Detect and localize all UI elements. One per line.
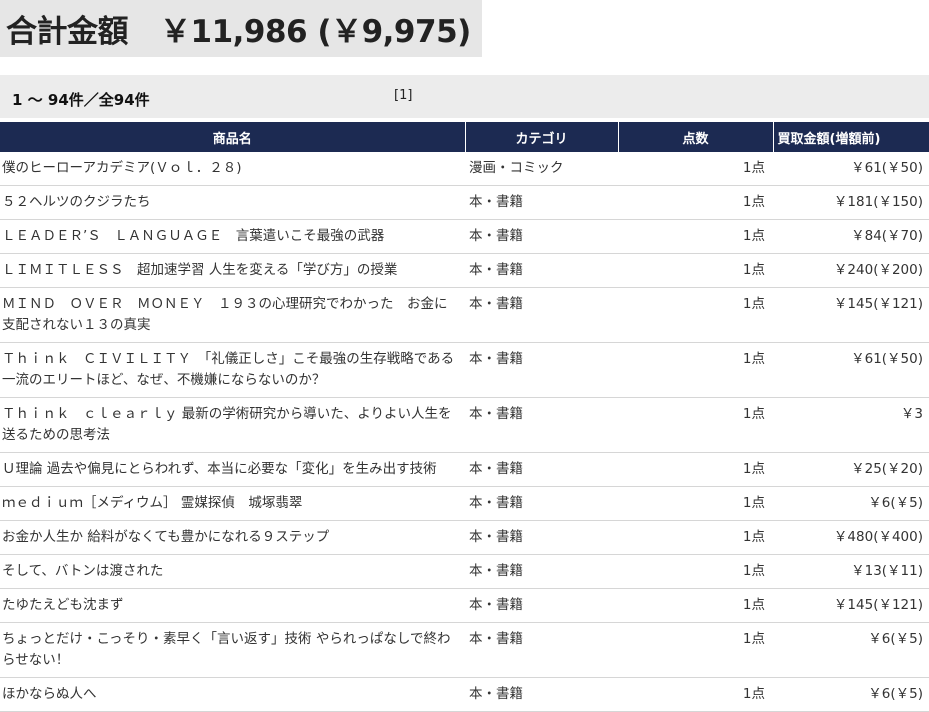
price-cell: ￥145(￥121) (773, 287, 929, 343)
category-cell: 本・書籍 (465, 677, 618, 712)
price-cell: ￥145(￥121) (773, 588, 929, 623)
product-name-cell: ｍｅｄｉｕｍ［メディウム］ 霊媒探偵 城塚翡翠 (0, 486, 465, 521)
table-header-row: 商品名 カテゴリ 点数 買取金額(増額前) (0, 122, 929, 152)
quantity-cell: 1点 (618, 287, 773, 343)
item-table: 商品名 カテゴリ 点数 買取金額(増額前) 僕のヒーローアカデミア(Ｖｏｌ．２８… (0, 122, 929, 712)
product-name-cell: ちょっとだけ・こっそり・素早く「言い返す」技術 やられっぱなしで終わらせない！ (0, 622, 465, 678)
table-row: お金か人生か 給料がなくても豊かになれる９ステップ 本・書籍 1点 ￥480(￥400… (0, 520, 929, 555)
category-cell: 漫画・コミック (465, 152, 618, 186)
quantity-cell: 1点 (618, 677, 773, 712)
category-cell: 本・書籍 (465, 554, 618, 589)
product-name-cell: Ｔｈｉｎｋ ＣＩＶＩＬＩＴＹ 「礼儀正しさ」こそ最強の生存戦略である 一流のエリ… (0, 342, 465, 398)
product-name-cell: ＭＩＮＤ ＯＶＥＲ ＭＯＮＥＹ １９３の心理研究でわかった お金に支配されない１… (0, 287, 465, 343)
quantity-cell: 1点 (618, 342, 773, 398)
price-cell: ￥25(￥20) (773, 452, 929, 487)
table-row: ＬＥＡＤＥＲ’Ｓ ＬＡＮＧＵＡＧＥ 言葉遣いこそ最強の武器 本・書籍 1点 ￥84(￥… (0, 219, 929, 254)
result-count-bar: 1 ～ 94件／全94件 [1] (0, 75, 929, 118)
category-cell: 本・書籍 (465, 520, 618, 555)
quantity-cell: 1点 (618, 486, 773, 521)
header-product-name: 商品名 (0, 122, 466, 152)
price-cell: ￥3 (773, 397, 929, 453)
table-row: たゆたえども沈まず 本・書籍 1点 ￥145(￥121) (0, 588, 929, 623)
header-quantity: 点数 (618, 122, 774, 152)
price-cell: ￥240(￥200) (773, 253, 929, 288)
category-cell: 本・書籍 (465, 185, 618, 220)
quantity-cell: 1点 (618, 219, 773, 254)
price-cell: ￥6(￥5) (773, 622, 929, 678)
category-cell: 本・書籍 (465, 486, 618, 521)
category-cell: 本・書籍 (465, 253, 618, 288)
table-row: ほかならぬ人へ 本・書籍 1点 ￥6(￥5) (0, 677, 929, 712)
result-count: 1 ～ 94件／全94件 (12, 91, 150, 109)
price-cell: ￥61(￥50) (773, 152, 929, 186)
category-cell: 本・書籍 (465, 219, 618, 254)
table-row: 僕のヒーローアカデミア(Ｖｏｌ．２８) 漫画・コミック 1点 ￥61(￥50) (0, 152, 929, 186)
product-name-cell: お金か人生か 給料がなくても豊かになれる９ステップ (0, 520, 465, 555)
quantity-cell: 1点 (618, 253, 773, 288)
price-cell: ￥84(￥70) (773, 219, 929, 254)
table-row: Ｔｈｉｎｋ ｃｌｅａｒｌｙ 最新の学術研究から導いた、よりよい人生を送るための思… (0, 397, 929, 453)
category-cell: 本・書籍 (465, 342, 618, 398)
category-cell: 本・書籍 (465, 588, 618, 623)
product-name-cell: たゆたえども沈まず (0, 588, 465, 623)
price-cell: ￥6(￥5) (773, 486, 929, 521)
category-cell: 本・書籍 (465, 452, 618, 487)
quantity-cell: 1点 (618, 622, 773, 678)
table-row: Ｔｈｉｎｋ ＣＩＶＩＬＩＴＹ 「礼儀正しさ」こそ最強の生存戦略である 一流のエリ… (0, 342, 929, 398)
product-name-cell: そして、バトンは渡された (0, 554, 465, 589)
product-name-cell: Ｔｈｉｎｋ ｃｌｅａｒｌｙ 最新の学術研究から導いた、よりよい人生を送るための思… (0, 397, 465, 453)
table-row: Ｕ理論 過去や偏見にとらわれず、本当に必要な「変化」を生み出す技術 本・書籍 1点 ￥… (0, 452, 929, 487)
table-row: そして、バトンは渡された 本・書籍 1点 ￥13(￥11) (0, 554, 929, 589)
product-name-cell: 僕のヒーローアカデミア(Ｖｏｌ．２８) (0, 152, 465, 186)
table-row: ５２ヘルツのクジラたち 本・書籍 1点 ￥181(￥150) (0, 185, 929, 220)
price-cell: ￥13(￥11) (773, 554, 929, 589)
header-purchase-price: 買取金額(増額前) (773, 122, 929, 152)
quantity-cell: 1点 (618, 397, 773, 453)
product-name-cell: ほかならぬ人へ (0, 677, 465, 712)
table-row: ＭＩＮＤ ＯＶＥＲ ＭＯＮＥＹ １９３の心理研究でわかった お金に支配されない１… (0, 287, 929, 343)
quantity-cell: 1点 (618, 152, 773, 186)
category-cell: 本・書籍 (465, 397, 618, 453)
price-cell: ￥6(￥5) (773, 677, 929, 712)
table-row: ＬＩＭＩＴＬＥＳＳ 超加速学習 人生を変える「学び方」の授業 本・書籍 1点 ￥240… (0, 253, 929, 288)
total-amount-box: 合計金額 ￥11,986 (￥9,975) (0, 0, 482, 57)
total-amount-label: 合計金額 (6, 14, 129, 50)
quantity-cell: 1点 (618, 554, 773, 589)
product-name-cell: ＬＥＡＤＥＲ’Ｓ ＬＡＮＧＵＡＧＥ 言葉遣いこそ最強の武器 (0, 219, 465, 254)
page-link-1[interactable]: [1] (394, 88, 412, 103)
quantity-cell: 1点 (618, 452, 773, 487)
total-amount-value: ￥11,986 (￥9,975) (160, 14, 471, 50)
table-row: ちょっとだけ・こっそり・素早く「言い返す」技術 やられっぱなしで終わらせない！本… (0, 622, 929, 678)
category-cell: 本・書籍 (465, 287, 618, 343)
price-cell: ￥181(￥150) (773, 185, 929, 220)
category-cell: 本・書籍 (465, 622, 618, 678)
quantity-cell: 1点 (618, 185, 773, 220)
quantity-cell: 1点 (618, 520, 773, 555)
product-name-cell: ＬＩＭＩＴＬＥＳＳ 超加速学習 人生を変える「学び方」の授業 (0, 253, 465, 288)
price-cell: ￥61(￥50) (773, 342, 929, 398)
price-cell: ￥480(￥400) (773, 520, 929, 555)
table-row: ｍｅｄｉｕｍ［メディウム］ 霊媒探偵 城塚翡翠 本・書籍 1点 ￥6(￥5) (0, 486, 929, 521)
quantity-cell: 1点 (618, 588, 773, 623)
header-category: カテゴリ (465, 122, 619, 152)
product-name-cell: Ｕ理論 過去や偏見にとらわれず、本当に必要な「変化」を生み出す技術 (0, 452, 465, 487)
product-name-cell: ５２ヘルツのクジラたち (0, 185, 465, 220)
